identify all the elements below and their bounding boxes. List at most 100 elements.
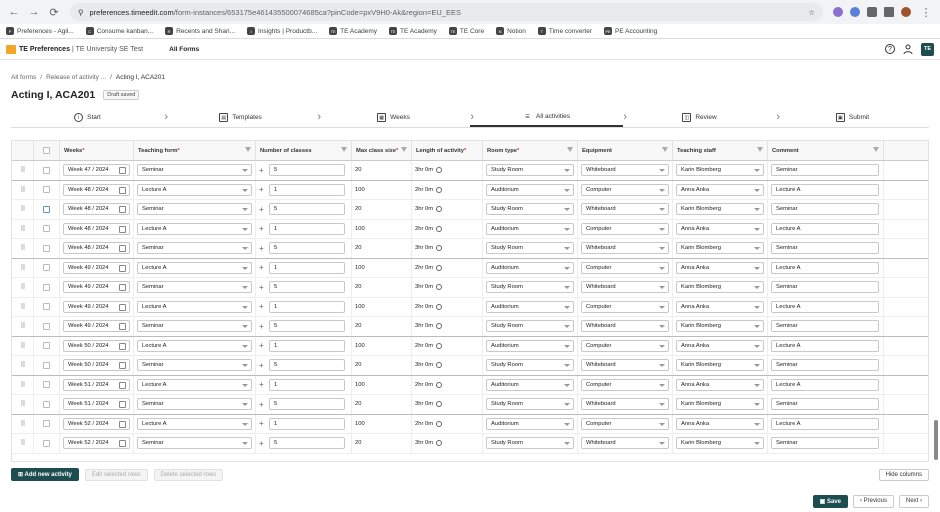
row-checkbox[interactable]	[43, 244, 50, 252]
staff-select[interactable]: Anna Anka	[676, 261, 764, 274]
size-value[interactable]: 20	[355, 284, 361, 290]
step-templates[interactable]: ▤ Templates ›	[164, 108, 321, 127]
save-button[interactable]: ▣ Save	[812, 495, 848, 508]
room-type-select[interactable]: Auditorium	[486, 222, 574, 235]
room-type-select[interactable]: Auditorium	[486, 339, 574, 352]
room-type-select[interactable]: Study Room	[486, 203, 574, 216]
teaching-form-select[interactable]: Seminar	[137, 164, 252, 177]
week-picker[interactable]: Week 48 / 2024	[63, 222, 130, 235]
length-value[interactable]: 3hr 0m	[415, 401, 433, 407]
hide-columns-button[interactable]: Hide columns	[878, 468, 929, 481]
staff-select[interactable]: Anna Anka	[676, 417, 764, 430]
plus-icon[interactable]: +	[259, 380, 266, 389]
menu-icon[interactable]: ⋮	[918, 4, 934, 20]
length-value[interactable]: 2hr 0m	[415, 226, 433, 232]
teaching-form-select[interactable]: Lecture A	[137, 300, 252, 313]
size-value[interactable]: 100	[355, 265, 365, 271]
staff-select[interactable]: Anna Anka	[676, 222, 764, 235]
header-teaching-form[interactable]: Teaching form *	[134, 141, 256, 160]
length-value[interactable]: 3hr 0m	[415, 440, 433, 446]
filter-icon[interactable]	[401, 147, 407, 153]
classes-input[interactable]: 1	[269, 339, 345, 352]
header-length[interactable]: Length of activity *	[412, 141, 483, 160]
comment-input[interactable]: Seminar	[771, 164, 879, 177]
teaching-form-select[interactable]: Seminar	[137, 398, 252, 411]
drag-handle-icon[interactable]: ⠿	[20, 303, 25, 311]
step-start[interactable]: i Start ›	[11, 108, 168, 127]
filter-icon[interactable]	[873, 147, 879, 153]
length-value[interactable]: 2hr 0m	[415, 187, 433, 193]
equipment-select[interactable]: Computer	[581, 183, 669, 196]
step-submit[interactable]: ▣ Submit	[776, 108, 929, 127]
plus-icon[interactable]: +	[259, 341, 266, 350]
length-value[interactable]: 2hr 0m	[415, 421, 433, 427]
staff-select[interactable]: Karin Blomberg	[676, 437, 764, 450]
extension-icon[interactable]	[850, 7, 860, 17]
comment-input[interactable]: Lecture A	[771, 300, 879, 313]
equipment-select[interactable]: Whiteboard	[581, 320, 669, 333]
puzzle-icon[interactable]	[867, 7, 877, 17]
classes-input[interactable]: 5	[269, 242, 345, 255]
room-type-select[interactable]: Study Room	[486, 242, 574, 255]
header-num-classes[interactable]: Number of classes	[256, 141, 352, 160]
size-value[interactable]: 20	[355, 167, 361, 173]
staff-select[interactable]: Karin Blomberg	[676, 242, 764, 255]
staff-select[interactable]: Anna Anka	[676, 339, 764, 352]
row-checkbox[interactable]	[43, 322, 50, 330]
plus-icon[interactable]: +	[259, 283, 266, 292]
equipment-select[interactable]: Computer	[581, 261, 669, 274]
filter-icon[interactable]	[757, 147, 763, 153]
week-picker[interactable]: Week 48 / 2024	[63, 183, 130, 196]
length-value[interactable]: 3hr 0m	[415, 167, 433, 173]
help-icon[interactable]: ?	[885, 44, 895, 54]
comment-input[interactable]: Lecture A	[771, 222, 879, 235]
size-value[interactable]: 20	[355, 323, 361, 329]
classes-input[interactable]: 5	[269, 398, 345, 411]
classes-input[interactable]: 1	[269, 300, 345, 313]
delete-selected-button[interactable]: Delete selected rows	[153, 468, 224, 481]
step-all-activities[interactable]: ☰ All activities ›	[470, 108, 627, 127]
bookmark-item[interactable]: PE PE Accounting	[603, 27, 657, 35]
size-value[interactable]: 100	[355, 421, 365, 427]
teaching-form-select[interactable]: Seminar	[137, 203, 252, 216]
bookmark-item[interactable]: N Notion	[496, 27, 526, 35]
equipment-select[interactable]: Whiteboard	[581, 164, 669, 177]
teaching-form-select[interactable]: Lecture A	[137, 417, 252, 430]
size-value[interactable]: 20	[355, 401, 361, 407]
row-checkbox[interactable]	[43, 186, 50, 194]
teaching-form-select[interactable]: Lecture A	[137, 378, 252, 391]
drag-handle-icon[interactable]: ⠿	[20, 439, 25, 447]
staff-select[interactable]: Karin Blomberg	[676, 203, 764, 216]
next-button[interactable]: Next ›	[898, 495, 929, 508]
comment-input[interactable]: Seminar	[771, 242, 879, 255]
reload-icon[interactable]: ⟳	[46, 4, 62, 20]
sidebar-icon[interactable]	[884, 7, 894, 17]
row-checkbox[interactable]	[43, 166, 50, 174]
address-bar[interactable]: ⚲ preferences.timeedit.com/form-instance…	[70, 3, 823, 21]
plus-icon[interactable]: +	[259, 205, 266, 214]
plus-icon[interactable]: +	[259, 263, 266, 272]
room-type-select[interactable]: Auditorium	[486, 183, 574, 196]
equipment-select[interactable]: Computer	[581, 222, 669, 235]
staff-select[interactable]: Karin Blomberg	[676, 281, 764, 294]
comment-input[interactable]: Lecture A	[771, 417, 879, 430]
drag-handle-icon[interactable]: ⠿	[20, 205, 25, 213]
equipment-select[interactable]: Whiteboard	[581, 281, 669, 294]
header-room-type[interactable]: Room type *	[483, 141, 578, 160]
week-picker[interactable]: Week 50 / 2024	[63, 359, 130, 372]
star-icon[interactable]: ☆	[808, 8, 815, 17]
classes-input[interactable]: 5	[269, 281, 345, 294]
comment-input[interactable]: Seminar	[771, 437, 879, 450]
comment-input[interactable]: Seminar	[771, 203, 879, 216]
drag-handle-icon[interactable]: ⠿	[20, 361, 25, 369]
drag-handle-icon[interactable]: ⠿	[20, 166, 25, 174]
bookmark-item[interactable]: P Preferences - Agil...	[6, 27, 74, 35]
drag-handle-icon[interactable]: ⠿	[20, 342, 25, 350]
week-picker[interactable]: Week 49 / 2024	[63, 261, 130, 274]
classes-input[interactable]: 1	[269, 417, 345, 430]
header-comment[interactable]: Comment	[768, 141, 884, 160]
classes-input[interactable]: 5	[269, 437, 345, 450]
row-checkbox[interactable]	[43, 361, 50, 369]
org-avatar[interactable]: TE	[921, 42, 934, 56]
equipment-select[interactable]: Computer	[581, 378, 669, 391]
